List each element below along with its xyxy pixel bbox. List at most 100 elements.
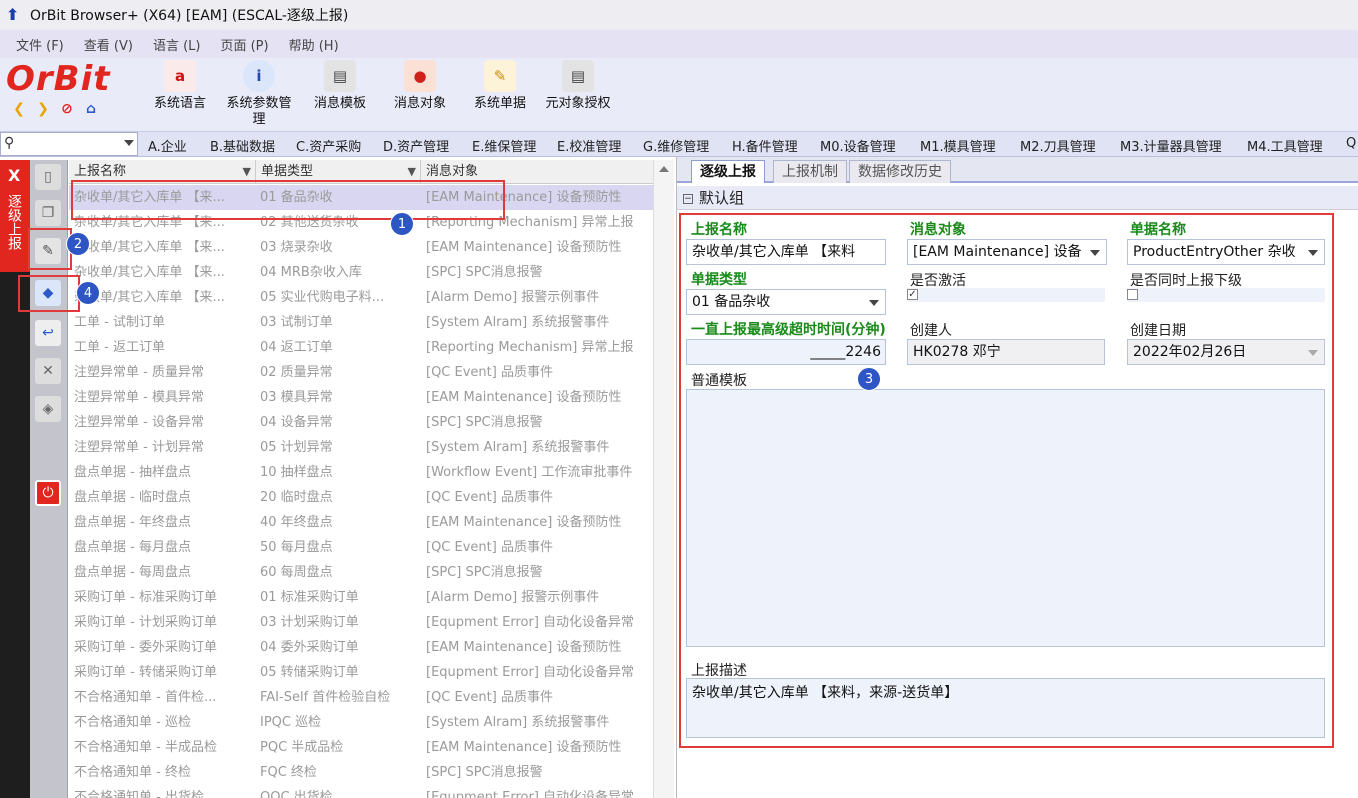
table-row[interactable]: 盘点单据 - 每周盘点 60 每周盘点 [SPC] SPC消息报警 bbox=[69, 560, 653, 585]
table-cell: 10 抽样盘点 bbox=[260, 465, 333, 480]
table-cell: 04 委外采购订单 bbox=[260, 640, 359, 655]
table-row[interactable]: 不合格通知单 - 终检 FQC 终检 [SPC] SPC消息报警 bbox=[69, 760, 653, 785]
table-cell: 不合格通知单 - 巡检 bbox=[74, 715, 191, 730]
module-d[interactable]: D.资产管理 bbox=[383, 136, 449, 155]
table-row[interactable]: 不合格通知单 - 巡检 IPQC 巡检 [System Alram] 系统报警事件 bbox=[69, 710, 653, 735]
table-cell: 采购订单 - 标准采购订单 bbox=[74, 590, 217, 605]
module-g[interactable]: G.维修管理 bbox=[643, 136, 709, 155]
scroll-up-icon[interactable] bbox=[659, 166, 669, 172]
menu-view[interactable]: 查看 (V) bbox=[84, 35, 133, 54]
home-icon[interactable]: ⌂ bbox=[82, 100, 100, 118]
menu-language[interactable]: 语言 (L) bbox=[153, 35, 201, 54]
system-param-icon: i bbox=[243, 60, 275, 92]
side-tab: X 逐级上报 bbox=[0, 160, 30, 798]
system-language-button[interactable]: a 系统语言 bbox=[150, 60, 210, 112]
table-row[interactable]: 注塑异常单 - 质量异常 02 质量异常 [QC Event] 品质事件 bbox=[69, 360, 653, 385]
table-cell: 03 烧录杂收 bbox=[260, 240, 333, 255]
side-tab-label[interactable]: 逐级上报 bbox=[6, 190, 26, 254]
language-icon: a bbox=[164, 60, 196, 92]
table-cell: 02 质量异常 bbox=[260, 365, 333, 380]
module-h[interactable]: H.备件管理 bbox=[732, 136, 798, 155]
group-header[interactable]: − 默认组 bbox=[677, 186, 1358, 210]
module-b[interactable]: B.基础数据 bbox=[210, 136, 275, 155]
message-object-button[interactable]: ● 消息对象 bbox=[390, 60, 450, 112]
table-cell: [SPC] SPC消息报警 bbox=[426, 765, 543, 780]
table-cell: 04 MRB杂收入库 bbox=[260, 265, 362, 280]
message-template-button[interactable]: ▤ 消息模板 bbox=[310, 60, 370, 112]
annotation-box-save bbox=[18, 275, 80, 312]
table-row[interactable]: 注塑异常单 - 计划异常 05 计划异常 [System Alram] 系统报警事件 bbox=[69, 435, 653, 460]
table-row[interactable]: 不合格通知单 - 出货检 OQC 出货检 [Equpment Error] 自动化设… bbox=[69, 785, 653, 798]
undo-icon[interactable]: ↩ bbox=[35, 320, 61, 346]
table-cell: IPQC 巡检 bbox=[260, 715, 322, 730]
table-row[interactable]: 不合格通知单 - 首件检... FAI-Self 首件检验自检 [QC Event]… bbox=[69, 685, 653, 710]
module-m2[interactable]: M2.刀具管理 bbox=[1020, 136, 1096, 155]
table-row[interactable]: 盘点单据 - 临时盘点 20 临时盘点 [QC Event] 品质事件 bbox=[69, 485, 653, 510]
nav-icons: ❮ ❯ ⊘ ⌂ bbox=[10, 100, 100, 118]
table-cell: [EAM Maintenance] 设备预防性 bbox=[426, 240, 622, 255]
table-cell: FQC 终检 bbox=[260, 765, 317, 780]
detail-tabs: 逐级上报 上报机制 数据修改历史 bbox=[677, 157, 1358, 183]
table-cell: [Workflow Event] 工作流审批事件 bbox=[426, 465, 633, 480]
system-param-button[interactable]: i 系统参数管理 bbox=[222, 60, 296, 128]
table-row[interactable]: 盘点单据 - 每月盘点 50 每月盘点 [QC Event] 品质事件 bbox=[69, 535, 653, 560]
module-c[interactable]: C.资产采购 bbox=[296, 136, 361, 155]
module-search-input[interactable]: ⚲ bbox=[0, 132, 138, 156]
table-cell: 50 每月盘点 bbox=[260, 540, 333, 555]
table-cell: 盘点单据 - 每周盘点 bbox=[74, 565, 191, 580]
forward-icon[interactable]: ❯ bbox=[34, 100, 52, 118]
module-e[interactable]: E.维保管理 bbox=[472, 136, 536, 155]
table-row[interactable]: 杂收单/其它入库单 【来... 05 实业代购电子料... [Alarm Demo]… bbox=[69, 285, 653, 310]
stop-icon[interactable]: ⊘ bbox=[58, 100, 76, 118]
table-row[interactable]: 工单 - 试制订单 03 试制订单 [System Alram] 系统报警事件 bbox=[69, 310, 653, 335]
table-cell: 盘点单据 - 每月盘点 bbox=[74, 540, 191, 555]
table-cell: [System Alram] 系统报警事件 bbox=[426, 315, 610, 330]
back-icon[interactable]: ❮ bbox=[10, 100, 28, 118]
module-m3[interactable]: M3.计量器具管理 bbox=[1120, 136, 1222, 155]
grid-scrollbar[interactable] bbox=[653, 160, 674, 798]
print-icon[interactable]: ◈ bbox=[35, 396, 61, 422]
tab-data-history[interactable]: 数据修改历史 bbox=[849, 160, 951, 183]
module-m0[interactable]: M0.设备管理 bbox=[820, 136, 896, 155]
table-row[interactable]: 采购订单 - 委外采购订单 04 委外采购订单 [EAM Maintenance] … bbox=[69, 635, 653, 660]
table-row[interactable]: 注塑异常单 - 模具异常 03 模具异常 [EAM Maintenance] 设备预… bbox=[69, 385, 653, 410]
table-row[interactable]: 工单 - 返工订单 04 返工订单 [Reporting Mechanism] 异常… bbox=[69, 335, 653, 360]
table-row[interactable]: 杂收单/其它入库单 【来... 04 MRB杂收入库 [SPC] SPC消息报警 bbox=[69, 260, 653, 285]
module-m4[interactable]: M4.工具管理 bbox=[1247, 136, 1323, 155]
module-a[interactable]: A.企业 bbox=[148, 136, 187, 155]
system-document-button[interactable]: ✎ 系统单据 bbox=[470, 60, 530, 112]
table-row[interactable]: 杂收单/其它入库单 【来... 03 烧录杂收 [EAM Maintenance] … bbox=[69, 235, 653, 260]
annotation-box-row bbox=[71, 180, 505, 220]
tab-report-mechanism[interactable]: 上报机制 bbox=[773, 160, 847, 183]
table-row[interactable]: 盘点单据 - 抽样盘点 10 抽样盘点 [Workflow Event] 工作流审批… bbox=[69, 460, 653, 485]
menu-help[interactable]: 帮助 (H) bbox=[289, 35, 339, 54]
collapse-icon[interactable]: − bbox=[683, 193, 693, 204]
dropdown-arrow-icon[interactable] bbox=[124, 140, 134, 146]
tab-escalation[interactable]: 逐级上报 bbox=[691, 160, 765, 183]
menu-page[interactable]: 页面 (P) bbox=[220, 35, 268, 54]
table-row[interactable]: 采购订单 - 标准采购订单 01 标准采购订单 [Alarm Demo] 报警示例事… bbox=[69, 585, 653, 610]
table-row[interactable]: 不合格通知单 - 半成品检 PQC 半成品检 [EAM Maintenance] 设… bbox=[69, 735, 653, 760]
module-e2[interactable]: E.校准管理 bbox=[557, 136, 621, 155]
table-cell: [SPC] SPC消息报警 bbox=[426, 415, 543, 430]
table-cell: 采购订单 - 计划采购订单 bbox=[74, 615, 217, 630]
table-cell: 05 实业代购电子料... bbox=[260, 290, 385, 305]
module-q[interactable]: Q bbox=[1346, 136, 1356, 151]
table-cell: 注塑异常单 - 模具异常 bbox=[74, 390, 204, 405]
close-icon[interactable]: X bbox=[8, 166, 20, 185]
module-m1[interactable]: M1.模具管理 bbox=[920, 136, 996, 155]
table-cell: [EAM Maintenance] 设备预防性 bbox=[426, 740, 622, 755]
table-cell: 不合格通知单 - 首件检... bbox=[74, 690, 217, 705]
meta-object-auth-button[interactable]: ▤ 元对象授权 bbox=[543, 60, 613, 112]
table-row[interactable]: 采购订单 - 计划采购订单 03 计划采购订单 [Equpment Error] 自… bbox=[69, 610, 653, 635]
table-cell: [QC Event] 品质事件 bbox=[426, 365, 553, 380]
power-icon[interactable]: ⏻ bbox=[35, 480, 61, 506]
table-row[interactable]: 采购订单 - 转储采购订单 05 转储采购订单 [Equpment Error] 自… bbox=[69, 660, 653, 685]
menu-file[interactable]: 文件 (F) bbox=[16, 35, 64, 54]
system-document-icon: ✎ bbox=[484, 60, 516, 92]
delete-icon[interactable]: ✕ bbox=[35, 358, 61, 384]
new-icon[interactable]: ▯ bbox=[35, 164, 61, 190]
copy-icon[interactable]: ❐ bbox=[35, 200, 61, 226]
table-row[interactable]: 注塑异常单 - 设备异常 04 设备异常 [SPC] SPC消息报警 bbox=[69, 410, 653, 435]
table-row[interactable]: 盘点单据 - 年终盘点 40 年终盘点 [EAM Maintenance] 设备预防… bbox=[69, 510, 653, 535]
